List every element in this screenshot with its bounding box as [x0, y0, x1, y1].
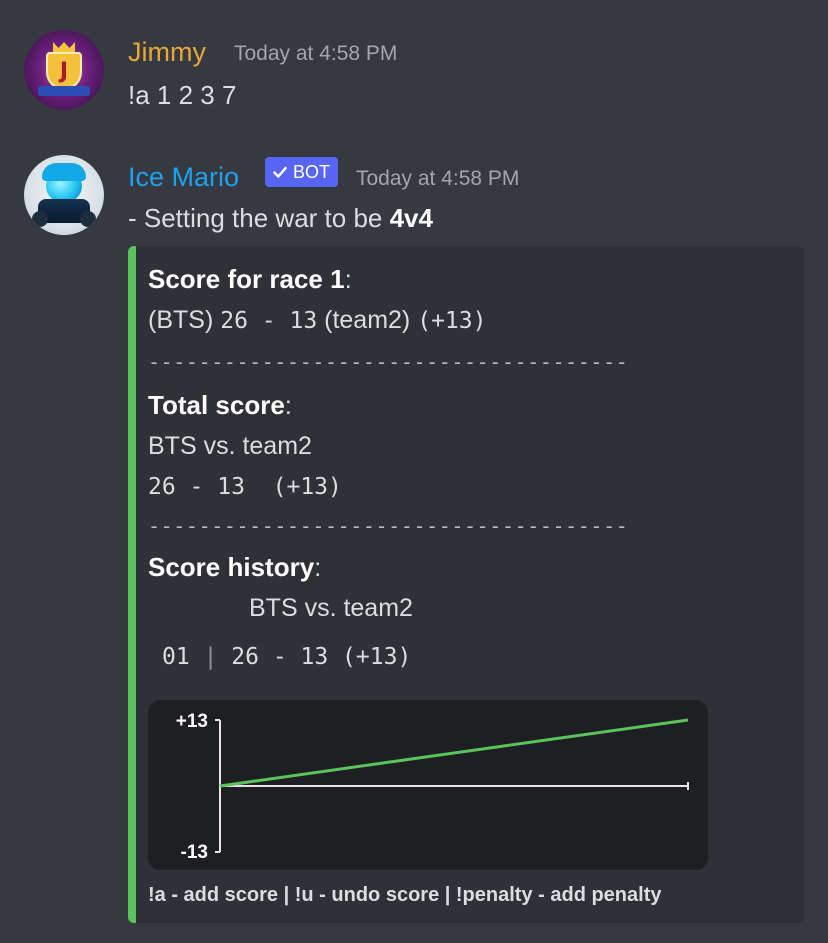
message-text-prefix: - Setting the war to be [128, 203, 390, 233]
wheel-icon [80, 211, 96, 227]
race-diff: (+13) [417, 308, 487, 334]
message-text: !a 1 2 3 7 [128, 80, 237, 110]
separator: -------------------------------------- [148, 350, 629, 374]
avatar[interactable]: J [24, 30, 104, 110]
username[interactable]: Ice Mario [128, 162, 239, 193]
embed: Score for race 1: (BTS) 26 - 13 (team2) … [128, 246, 804, 923]
score-chart-svg: +13 -13 [176, 711, 689, 863]
score-chart: +13 -13 [148, 700, 708, 870]
race-heading: Score for race 1 [148, 264, 345, 294]
score-line [219, 718, 689, 788]
total-heading: Total score [148, 390, 285, 420]
embed-footer: !a - add score | !u - undo score | !pena… [148, 884, 662, 906]
history-heading: Score history [148, 552, 315, 582]
total-heading-line: Total score: [148, 390, 293, 420]
history-heading-line: Score history: [148, 552, 322, 582]
verified-check-icon [273, 166, 287, 178]
timestamp: Today at 4:58 PM [356, 167, 520, 190]
separator: -------------------------------------- [148, 514, 629, 538]
y-tick-label-bottom: -13 [181, 842, 208, 863]
history-divider: | [203, 644, 218, 670]
ribbon-icon [38, 86, 90, 96]
race-score: 26 - 13 [220, 308, 318, 334]
shield-icon: J [46, 52, 82, 90]
bot-badge: BOT [265, 157, 339, 187]
race-team2: (team2) [324, 306, 411, 334]
crown-icon [53, 42, 75, 52]
history-score: 26 - 13 (+13) [231, 644, 412, 670]
history-race-number: 01 [162, 644, 190, 670]
y-tick-label-top: +13 [176, 711, 208, 732]
embed-accent-bar [128, 246, 136, 923]
history-row: 01 | 26 - 13 (+13) [162, 644, 411, 670]
race-team1: (BTS) [148, 306, 214, 334]
race-score-line: (BTS) 26 - 13 (team2) (+13) [148, 306, 486, 335]
message-text-bold: 4v4 [389, 203, 433, 233]
total-matchup: BTS vs. team2 [148, 432, 312, 460]
wheel-icon [32, 211, 48, 227]
cap-icon [42, 163, 86, 181]
timestamp: Today at 4:58 PM [234, 42, 398, 65]
username[interactable]: Jimmy [128, 37, 206, 68]
total-score-line: 26 - 13 (+13) [148, 474, 342, 500]
message-text: - Setting the war to be 4v4 [128, 203, 433, 234]
avatar[interactable] [24, 155, 104, 235]
race-heading-line: Score for race 1: [148, 264, 352, 294]
bot-label: BOT [293, 161, 331, 182]
history-matchup: BTS vs. team2 [249, 594, 413, 622]
